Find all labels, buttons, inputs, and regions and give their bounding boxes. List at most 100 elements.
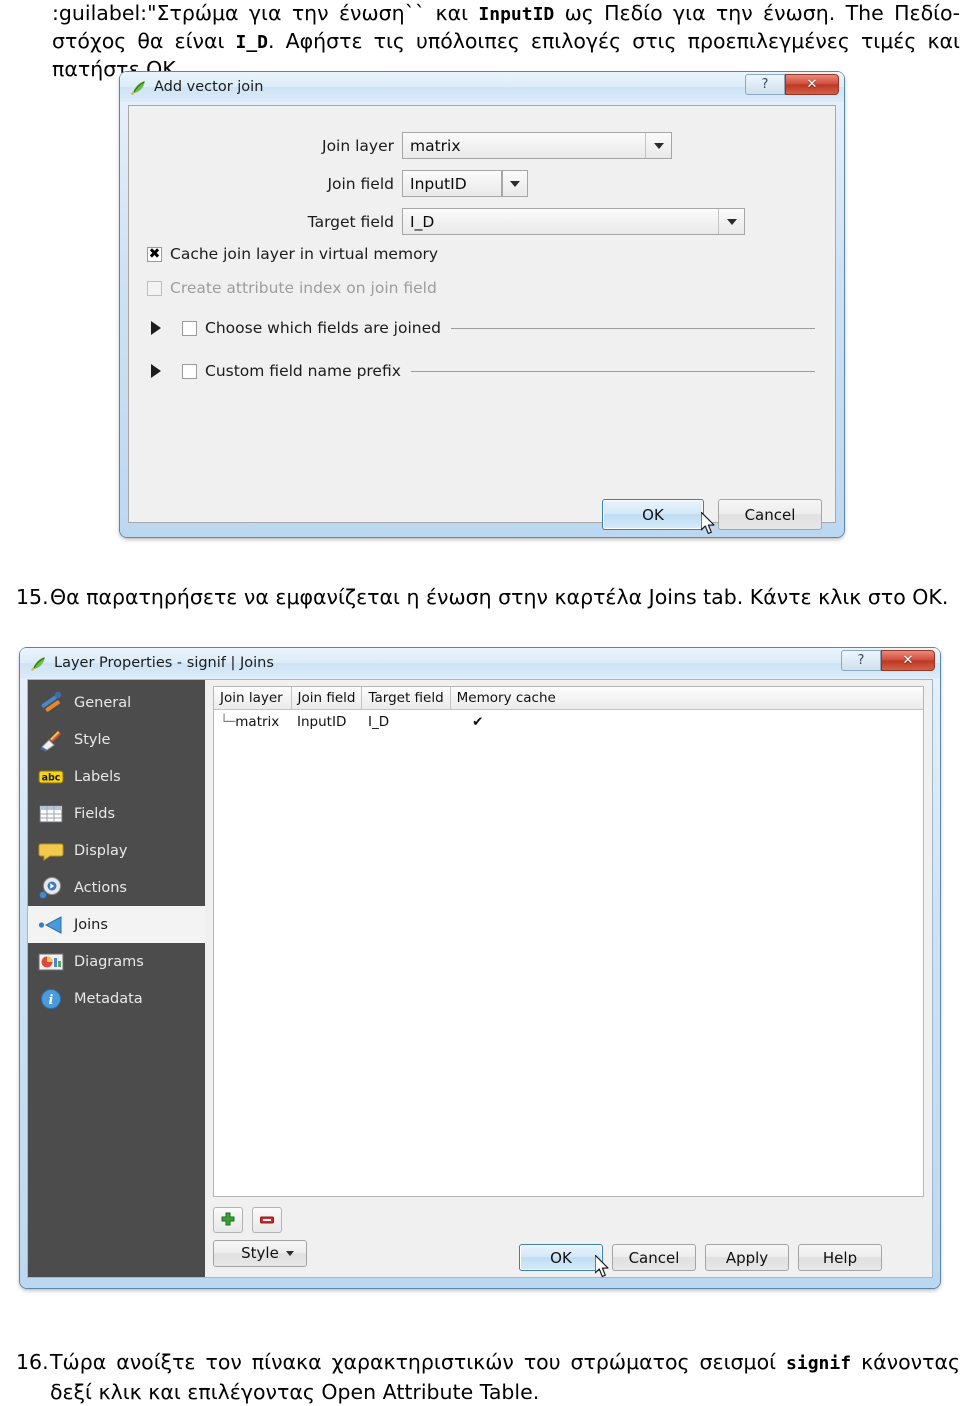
tree-branch-icon: └─	[220, 714, 235, 730]
custom-prefix-checkbox[interactable]	[182, 363, 197, 379]
column-header-memory-cache[interactable]: Memory cache	[450, 687, 923, 710]
close-button[interactable]: ✕	[881, 650, 935, 671]
step-16-number: 16.	[16, 1350, 49, 1374]
table-icon	[38, 801, 64, 827]
target-field-combo[interactable]: I_D	[402, 208, 745, 235]
plus-icon	[221, 1212, 235, 1226]
layer-properties-dialog: Layer Properties - signif | Joins ? ✕ Ge…	[20, 648, 940, 1288]
custom-prefix-label: Custom field name prefix	[205, 362, 401, 380]
sidebar-item-fields[interactable]: Fields	[28, 795, 205, 832]
table-header-row: Join layer Join field Target field Memor…	[214, 687, 923, 710]
choose-fields-group[interactable]: Choose which fields are joined	[151, 319, 815, 337]
cancel-button[interactable]: Cancel	[612, 1244, 696, 1271]
intro-code-id: I_D	[235, 32, 268, 53]
cell-join-field: InputID	[297, 714, 347, 730]
choose-fields-label: Choose which fields are joined	[205, 319, 441, 337]
sidebar-item-label: Style	[74, 731, 111, 748]
join-arrow-icon	[38, 912, 64, 938]
sidebar-item-label: Metadata	[74, 990, 143, 1007]
chevron-down-icon[interactable]	[645, 133, 671, 158]
sidebar-item-style[interactable]: Style	[28, 721, 205, 758]
dialog-body: General Style abc Labels Fields Display …	[27, 679, 933, 1278]
cache-join-layer-checkbox[interactable]: ✖ Cache join layer in virtual memory	[147, 245, 438, 263]
sidebar-item-label: Joins	[74, 916, 108, 933]
joins-table: Join layer Join field Target field Memor…	[214, 687, 923, 734]
step-16-code-signif: signif	[786, 1353, 852, 1374]
sidebar-item-label: Labels	[74, 768, 121, 785]
cell-join-layer: └─matrix	[214, 710, 291, 735]
help-button[interactable]: ?	[841, 650, 881, 671]
dialog-body: Join layer matrix Join field InputID Tar…	[128, 105, 836, 535]
column-header-join-field[interactable]: Join field	[291, 687, 363, 710]
choose-fields-checkbox[interactable]	[182, 320, 197, 336]
style-button[interactable]: Style	[213, 1239, 307, 1267]
step-16-text-before: Τώρα ανοίξτε τον πίνακα χαρακτηριστικών …	[50, 1350, 787, 1374]
sidebar-item-label: Diagrams	[74, 953, 144, 970]
tools-icon	[38, 690, 64, 716]
remove-join-button[interactable]	[252, 1207, 282, 1233]
sidebar-item-label: Fields	[74, 805, 116, 822]
custom-prefix-group[interactable]: Custom field name prefix	[151, 362, 815, 380]
qgis-leaf-icon	[130, 79, 147, 96]
sidebar-item-label: Display	[74, 842, 128, 859]
column-header-join-layer[interactable]: Join layer	[214, 687, 292, 710]
joins-table-container[interactable]: Join layer Join field Target field Memor…	[213, 686, 924, 1197]
sidebar-item-actions[interactable]: Actions	[28, 869, 205, 906]
join-field-chevron[interactable]	[502, 170, 528, 197]
cache-join-layer-label: Cache join layer in virtual memory	[170, 245, 439, 263]
step-15-number: 15.	[16, 585, 49, 609]
cell-memory-cache: ✔	[472, 714, 484, 730]
intro-part1: :guilabel:"Στρώμα για την ένωση``	[52, 1, 426, 25]
sidebar-item-diagrams[interactable]: Diagrams	[28, 943, 205, 980]
close-button[interactable]: ✕	[785, 74, 839, 95]
target-field-row: Target field I_D	[129, 208, 849, 235]
column-header-target-field[interactable]: Target field	[361, 687, 451, 710]
join-field-combo[interactable]: InputID	[402, 170, 502, 197]
step-16: 16. Τώρα ανοίξτε τον πίνακα χαρακτηριστι…	[16, 1348, 960, 1406]
ok-button[interactable]: OK	[519, 1244, 603, 1271]
help-button[interactable]: ?	[745, 74, 785, 95]
expand-triangle-icon[interactable]	[151, 321, 171, 335]
window-controls: ? ✕	[745, 74, 839, 95]
sidebar-item-label: General	[74, 694, 132, 711]
sidebar-item-display[interactable]: Display	[28, 832, 205, 869]
expand-triangle-icon[interactable]	[151, 364, 171, 378]
svg-text:i: i	[49, 993, 54, 1008]
cell-target-field: I_D	[367, 714, 390, 730]
join-layer-label: Join layer	[322, 136, 394, 155]
sidebar-item-metadata[interactable]: i Metadata	[28, 980, 205, 1017]
intro-code-inputid: InputID	[478, 4, 555, 25]
apply-button[interactable]: Apply	[705, 1244, 789, 1271]
target-field-label: Target field	[307, 212, 394, 231]
properties-sidebar: General Style abc Labels Fields Display …	[28, 680, 205, 1277]
gear-play-icon	[38, 875, 64, 901]
dialog-titlebar: Layer Properties - signif | Joins ? ✕	[20, 648, 940, 678]
dialog-titlebar: Add vector join ? ✕	[120, 72, 844, 102]
sidebar-item-joins[interactable]: Joins	[28, 906, 205, 943]
checkbox-box-checked: ✖	[147, 246, 162, 262]
group-separator	[450, 327, 815, 329]
dialog-button-bar: Style OK Cancel Apply Help	[213, 1237, 924, 1278]
chevron-down-icon[interactable]	[718, 209, 744, 234]
info-icon: i	[38, 986, 64, 1012]
join-field-label: Join field	[327, 174, 394, 193]
checkbox-box-disabled	[147, 280, 162, 296]
sidebar-item-label: Actions	[74, 879, 127, 896]
sidebar-item-labels[interactable]: abc Labels	[28, 758, 205, 795]
join-layer-combo[interactable]: matrix	[402, 132, 672, 159]
sidebar-item-general[interactable]: General	[28, 684, 205, 721]
step-16-text: Τώρα ανοίξτε τον πίνακα χαρακτηριστικών …	[50, 1348, 960, 1406]
intro-part2: και	[425, 1, 479, 25]
abc-icon: abc	[38, 764, 64, 790]
join-layer-value: matrix	[410, 136, 461, 155]
dialog-title: Layer Properties - signif | Joins	[54, 655, 274, 671]
table-row[interactable]: └─matrix InputID I_D ✔	[214, 710, 923, 735]
ok-button[interactable]: OK	[602, 499, 704, 530]
pie-chart-icon	[38, 949, 64, 975]
add-join-button[interactable]	[213, 1207, 243, 1233]
cancel-button[interactable]: Cancel	[718, 499, 822, 530]
help-button[interactable]: Help	[798, 1244, 882, 1271]
svg-text:abc: abc	[42, 772, 61, 783]
window-controls: ? ✕	[841, 650, 935, 671]
joins-toolbar	[213, 1197, 924, 1237]
